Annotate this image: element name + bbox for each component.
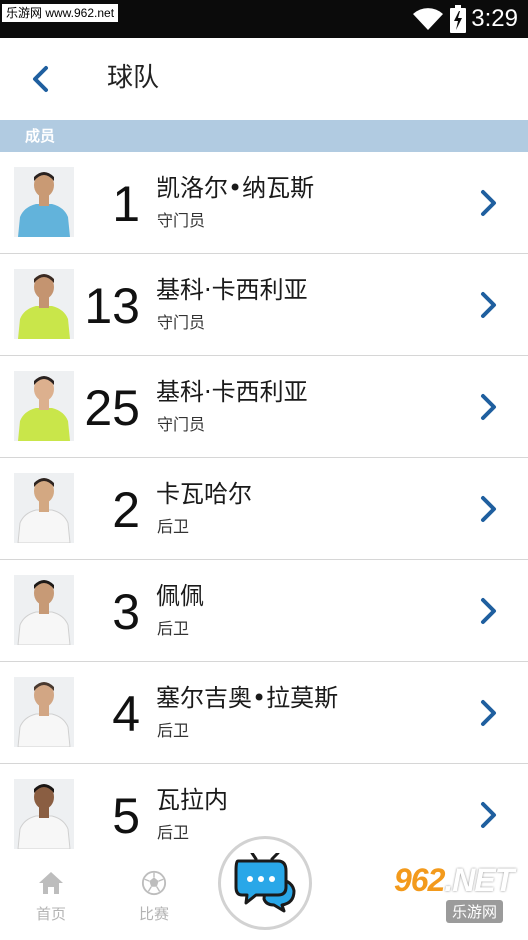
chevron-right-icon [481,700,496,726]
brand-logo-sub: 乐游网 [446,900,504,923]
player-name: 基科·卡西利亚 [156,378,308,406]
player-position: 后卫 [157,619,190,638]
chevron-right-icon [481,802,496,828]
chevron-right-icon [481,190,496,216]
player-photo [14,677,74,747]
player-position: 后卫 [157,721,190,740]
player-name: 卡瓦哈尔 [156,480,252,508]
player-photo [14,167,74,237]
player-position: 守门员 [157,313,206,332]
chevron-right-icon [481,496,496,522]
player-row[interactable]: 3 佩佩 后卫 [0,560,528,662]
battery-icon [450,5,466,33]
page-title: 球队 [107,63,160,93]
player-number: 1 [112,176,140,232]
player-position: 守门员 [157,211,206,230]
player-list: 1 凯洛尔•纳瓦斯 守门员 13 基科·卡西利亚 守门员 25 基科·卡西利亚 … [0,152,528,866]
player-name: 塞尔吉奥•拉莫斯 [156,684,339,712]
player-photo [14,575,74,645]
soccer-ball-icon [141,870,167,896]
player-position: 后卫 [157,823,190,842]
chat-bubble-icon [234,853,296,913]
player-position: 守门员 [157,415,206,434]
player-number: 13 [84,278,140,334]
player-position: 后卫 [157,517,190,536]
player-photo [14,269,74,339]
status-bar: 乐游网 www.962.net 3:29 [0,0,528,38]
player-name: 瓦拉内 [156,786,228,814]
player-photo [14,371,74,441]
back-button[interactable] [22,59,62,99]
chevron-right-icon [481,598,496,624]
player-number: 3 [112,584,140,640]
player-number: 25 [84,380,140,436]
nav-home[interactable]: 首页 [21,870,81,928]
brand-logo-main: 962 [394,862,445,898]
player-number: 4 [112,686,140,742]
player-name: 凯洛尔•纳瓦斯 [156,174,315,202]
clock: 3:29 [471,5,518,32]
player-row[interactable]: 2 卡瓦哈尔 后卫 [0,458,528,560]
nav-home-label: 首页 [35,905,66,923]
nav-match-label: 比赛 [138,905,169,923]
player-row[interactable]: 4 塞尔吉奥•拉莫斯 后卫 [0,662,528,764]
nav-match[interactable]: 比赛 [124,870,184,928]
player-row[interactable]: 1 凯洛尔•纳瓦斯 守门员 [0,152,528,254]
app-bar: 球队 [0,38,528,120]
player-name: 基科·卡西利亚 [156,276,308,304]
player-row[interactable]: 13 基科·卡西利亚 守门员 [0,254,528,356]
watermark-label: 乐游网 www.962.net [2,4,119,22]
chevron-right-icon [481,394,496,420]
brand-logo: 962.NET 乐游网 [394,862,524,936]
player-name: 佩佩 [156,582,204,610]
brand-logo-suffix: .NET [444,862,514,898]
section-label: 成员 [25,127,56,145]
player-photo [14,473,74,543]
player-number: 5 [112,788,140,844]
home-icon [39,872,63,894]
player-photo [14,779,74,849]
chevron-left-icon [33,66,48,92]
chevron-right-icon [481,292,496,318]
player-number: 2 [112,482,140,538]
wifi-icon [413,8,443,31]
chat-button[interactable] [218,836,312,930]
section-header: 成员 [0,120,528,152]
player-row[interactable]: 25 基科·卡西利亚 守门员 [0,356,528,458]
